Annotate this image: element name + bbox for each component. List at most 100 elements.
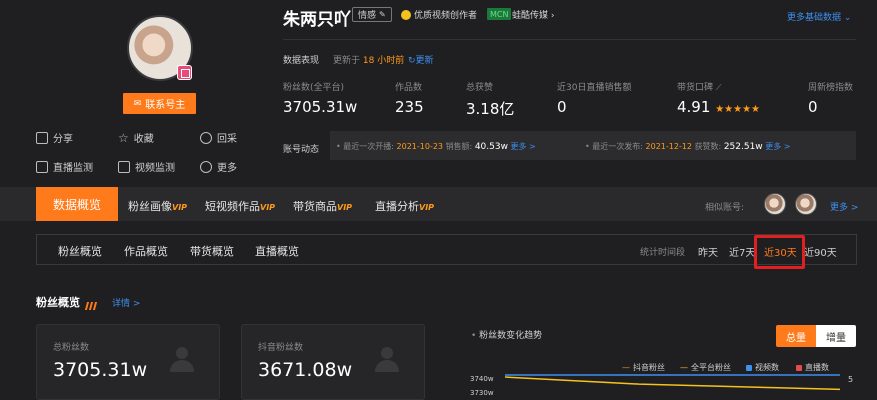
more-basic-data-link[interactable]: 更多基础数据 ⌄ xyxy=(787,10,851,23)
douyin-fans-label: 抖音粉丝数 xyxy=(258,343,304,353)
period-yesterday[interactable]: 昨天 xyxy=(698,244,718,259)
mcn-name-label: 蛙酷传媒 xyxy=(512,11,549,21)
tab-goods-label: 带货商品 xyxy=(293,200,337,213)
fans-trend-chart xyxy=(504,374,841,391)
stat-value-works: 235 xyxy=(395,98,424,116)
subtab-works-overview[interactable]: 作品概览 xyxy=(124,243,168,259)
period-7-days[interactable]: 近7天 xyxy=(729,244,755,259)
recollect-label: 回采 xyxy=(217,134,237,145)
more-dots-icon xyxy=(200,160,212,173)
reputation-score: 4.91 xyxy=(677,98,711,116)
last-post-info: • 最近一次发布: 2021-12-12 获赞数: 252.51w 更多 > xyxy=(585,142,791,152)
vip-badge: VIP xyxy=(260,203,276,212)
stat-label-live-sales: 近30日直播销售额 xyxy=(557,83,632,93)
mail-icon: ✉ xyxy=(133,98,142,109)
tab-data-overview[interactable]: 数据概览 xyxy=(36,187,118,221)
stat-period-label: 统计时间段 xyxy=(640,248,686,258)
selection-highlight xyxy=(754,235,805,269)
account-dynamics-label: 账号动态 xyxy=(283,145,320,155)
live-monitor-button[interactable]: 直播监测 xyxy=(36,159,93,174)
last-live-info: • 最近一次开播: 2021-10-23 销售额: 40.53w 更多 > xyxy=(336,142,536,152)
similar-account-avatar[interactable] xyxy=(795,193,817,215)
post-more-link[interactable]: 更多 > xyxy=(765,142,790,151)
tab-live-analysis-label: 直播分析 xyxy=(375,200,419,213)
series-line-all-platform-fans xyxy=(504,376,841,391)
stat-value-reputation: 4.91 ★★★★★ xyxy=(677,98,760,116)
vip-badge: VIP xyxy=(419,203,435,212)
recollect-button[interactable]: 回采 xyxy=(200,130,237,145)
category-tag[interactable]: 情感 ✎ xyxy=(352,7,392,22)
tab-goods[interactable]: 带货商品VIP xyxy=(293,198,352,214)
live-sales-value: 40.53w xyxy=(474,142,508,152)
mcn-name-link[interactable]: 蛙酷传媒 › xyxy=(512,8,555,21)
live-sales-label: 销售额: xyxy=(445,142,473,151)
post-likes-label: 获赞数: xyxy=(694,142,722,151)
refresh-label: 更新 xyxy=(415,56,434,66)
account-name: 朱两只吖 xyxy=(283,10,351,30)
more-similar-link[interactable]: 更多 > xyxy=(830,200,858,213)
chevron-right-icon: › xyxy=(550,11,555,21)
share-icon xyxy=(36,131,48,144)
qr-code-icon[interactable] xyxy=(177,65,192,80)
share-button[interactable]: 分享 xyxy=(36,130,73,145)
y-tick-label: 3740w xyxy=(470,375,494,383)
fans-overview-title: 粉丝概览 xyxy=(36,296,80,309)
stat-value-likes: 3.18亿 xyxy=(466,100,515,118)
tab-fans-portrait[interactable]: 粉丝画像VIP xyxy=(128,198,187,214)
last-post-prefix: 最近一次发布: xyxy=(592,142,643,151)
period-90-days[interactable]: 近90天 xyxy=(804,244,837,259)
total-fans-label: 总粉丝数 xyxy=(53,343,90,353)
favorite-button[interactable]: ☆ 收藏 xyxy=(118,130,154,146)
contact-owner-button[interactable]: ✉ 联系号主 xyxy=(123,93,196,114)
stat-value-live-sales: 0 xyxy=(557,98,567,116)
total-fans-value: 3705.31w xyxy=(53,359,148,381)
increment-toggle-button[interactable]: 增量 xyxy=(816,325,856,347)
subtab-fans-overview[interactable]: 粉丝概览 xyxy=(58,243,102,259)
mcn-badge: MCN xyxy=(487,8,512,20)
chart-title-text: 粉丝数变化趋势 xyxy=(479,331,543,341)
vip-badge: VIP xyxy=(337,203,353,212)
similar-account-avatar[interactable] xyxy=(764,193,786,215)
trend-icon: ⟋ xyxy=(715,83,722,92)
subtab-goods-overview[interactable]: 带货概览 xyxy=(190,243,234,259)
star-outline-icon: ☆ xyxy=(118,130,129,145)
user-icon xyxy=(170,347,194,372)
more-actions-button[interactable]: 更多 xyxy=(200,159,237,174)
live-more-link[interactable]: 更多 > xyxy=(511,142,536,151)
tab-short-videos[interactable]: 短视频作品VIP xyxy=(205,198,275,214)
tab-short-videos-label: 短视频作品 xyxy=(205,200,260,213)
stat-label-works: 作品数 xyxy=(395,83,423,93)
rating-stars-icon: ★★★★★ xyxy=(715,104,761,115)
total-toggle-button[interactable]: 总量 xyxy=(776,325,816,347)
updated-value: 18 小时前 xyxy=(362,56,405,66)
creator-badge-label: 优质视频创作者 xyxy=(414,11,478,21)
user-icon xyxy=(375,347,399,372)
refresh-button[interactable]: ↻更新 xyxy=(408,53,434,66)
edit-icon: ✎ xyxy=(379,10,386,19)
reputation-label-text: 带货口碑 xyxy=(677,83,714,93)
favorite-label: 收藏 xyxy=(133,134,154,145)
video-monitor-label: 视频监测 xyxy=(135,163,175,174)
section-bars-icon xyxy=(84,295,100,310)
y2-tick-label: 5 xyxy=(848,375,854,384)
stat-label-reputation: 带货口碑 ⟋ xyxy=(677,80,722,93)
fans-detail-link[interactable]: 详情 > xyxy=(112,296,140,309)
creator-badge-icon xyxy=(401,9,411,20)
last-live-prefix: 最近一次开播: xyxy=(343,142,394,151)
video-monitor-icon xyxy=(118,160,130,173)
more-basic-data-label: 更多基础数据 xyxy=(787,13,842,23)
tab-live-analysis[interactable]: 直播分析VIP xyxy=(375,198,434,214)
subtab-live-overview[interactable]: 直播概览 xyxy=(255,243,299,259)
last-live-date: 2021-10-23 xyxy=(396,142,444,151)
creator-badge: 优质视频创作者 xyxy=(401,8,477,21)
chevron-down-circle-icon: ⌄ xyxy=(843,13,852,23)
refresh-icon: ↻ xyxy=(408,56,416,66)
live-monitor-label: 直播监测 xyxy=(53,163,93,174)
y-tick-label: 3730w xyxy=(470,389,494,397)
last-post-date: 2021-12-12 xyxy=(645,142,693,151)
more-actions-label: 更多 xyxy=(217,163,237,174)
video-monitor-button[interactable]: 视频监测 xyxy=(118,159,175,174)
divider xyxy=(283,39,856,40)
stat-value-weekly-index: 0 xyxy=(808,98,818,116)
share-label: 分享 xyxy=(53,134,73,145)
